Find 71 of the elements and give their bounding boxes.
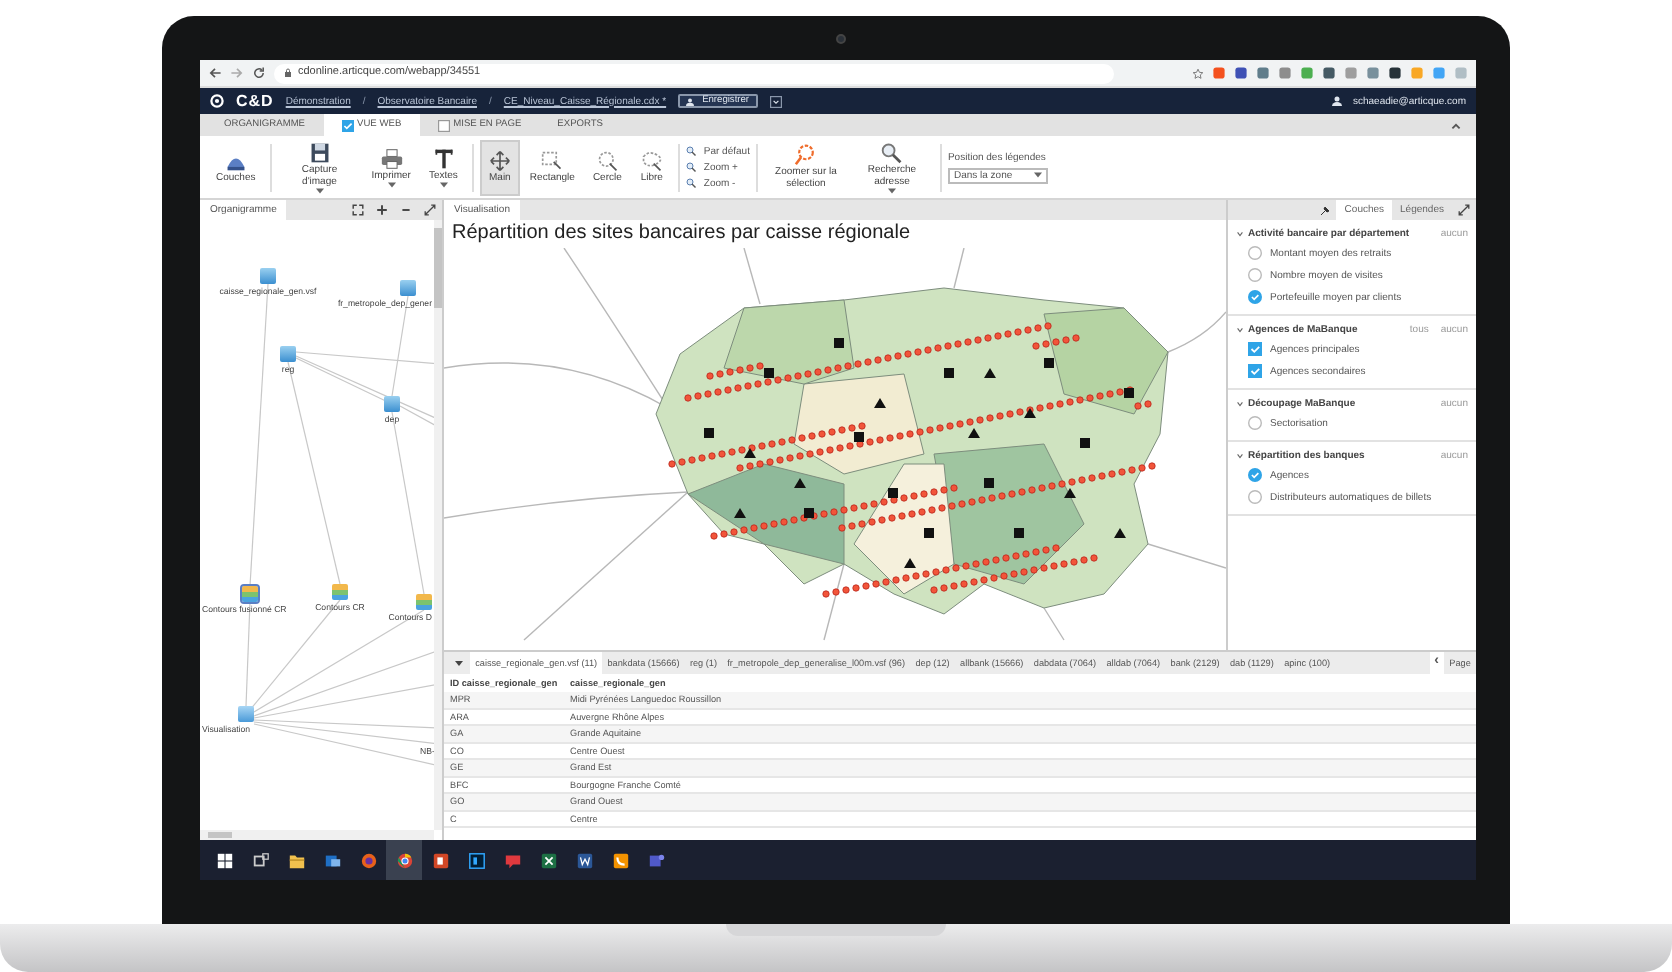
extension-icon[interactable] <box>1322 66 1336 80</box>
chat-bubble-icon[interactable] <box>503 851 521 869</box>
move-icon <box>487 150 512 172</box>
collapse-icon[interactable] <box>1450 119 1462 131</box>
rectangle-select-icon <box>540 150 565 172</box>
chevron-icon[interactable] <box>1236 451 1244 459</box>
zoom-out-icon[interactable] <box>400 204 412 216</box>
zoom-selection-icon <box>793 144 818 166</box>
magnifier-icon <box>685 178 696 188</box>
circle-select-icon <box>595 150 620 172</box>
search-icon <box>879 141 904 163</box>
task-view-icon[interactable] <box>251 851 269 869</box>
node-icon[interactable] <box>242 586 258 602</box>
node-icon[interactable] <box>400 280 416 296</box>
user-icon <box>1331 96 1341 106</box>
checkbox[interactable] <box>1248 364 1262 378</box>
magnifier-icon <box>685 162 696 172</box>
browser-app-icon[interactable] <box>395 851 413 869</box>
phone-app-icon[interactable] <box>611 851 629 869</box>
checkbox[interactable] <box>1248 342 1262 356</box>
node-icon[interactable] <box>416 594 432 610</box>
radio-button[interactable] <box>1248 268 1262 282</box>
app-logo: C&D <box>236 91 274 111</box>
slides-app-icon[interactable] <box>431 851 449 869</box>
fit-view-icon[interactable] <box>352 204 364 216</box>
node-icon[interactable] <box>332 584 348 600</box>
checkbox[interactable] <box>437 119 450 131</box>
radio-button[interactable] <box>1248 416 1262 430</box>
node-icon[interactable] <box>238 706 254 722</box>
node-icon[interactable] <box>280 346 296 362</box>
team-app-icon[interactable] <box>647 851 665 869</box>
collapse-icon[interactable] <box>454 658 464 668</box>
node-icon[interactable] <box>384 396 400 412</box>
document-app-icon[interactable] <box>575 851 593 869</box>
start-icon[interactable] <box>215 851 233 869</box>
star-icon[interactable] <box>1192 67 1204 79</box>
magnifier-icon <box>685 146 696 156</box>
forward-icon[interactable] <box>230 66 244 80</box>
logo-mark-icon <box>210 94 224 108</box>
camera-icon <box>836 34 846 44</box>
text-tool-icon <box>431 147 456 169</box>
browser-app-icon[interactable] <box>359 851 377 869</box>
lasso-icon <box>639 150 664 172</box>
extension-icon[interactable] <box>1388 66 1402 80</box>
chevron-icon[interactable] <box>1236 229 1244 237</box>
radio-button[interactable] <box>1248 290 1262 304</box>
folder-icon[interactable] <box>287 851 305 869</box>
printer-icon <box>379 147 404 169</box>
mail-app-icon[interactable] <box>323 851 341 869</box>
back-icon[interactable] <box>208 66 222 80</box>
radio-button[interactable] <box>1248 468 1262 482</box>
map-title: Répartition des sites bancaires par caisse régionale <box>450 220 913 248</box>
spreadsheet-app-icon[interactable] <box>539 851 557 869</box>
zoom-in-icon[interactable] <box>376 204 388 216</box>
caret-icon <box>1033 172 1042 178</box>
scrollbar[interactable] <box>200 830 434 840</box>
image-app-icon[interactable] <box>467 851 485 869</box>
chevron-icon[interactable] <box>1236 325 1244 333</box>
pin-icon[interactable] <box>1320 205 1331 215</box>
chevron-icon[interactable] <box>1236 399 1244 407</box>
node-icon[interactable] <box>260 268 276 284</box>
scrollbar[interactable] <box>434 220 442 830</box>
caret-icon[interactable] <box>769 95 782 107</box>
reload-icon[interactable] <box>252 66 266 80</box>
expand-icon[interactable] <box>1458 204 1470 216</box>
user-icon <box>686 97 695 105</box>
expand-icon[interactable] <box>424 204 436 216</box>
lock-icon <box>284 68 292 78</box>
extension-icon[interactable] <box>1234 66 1248 80</box>
radio-button[interactable] <box>1248 246 1262 260</box>
radio-button[interactable] <box>1248 490 1262 504</box>
